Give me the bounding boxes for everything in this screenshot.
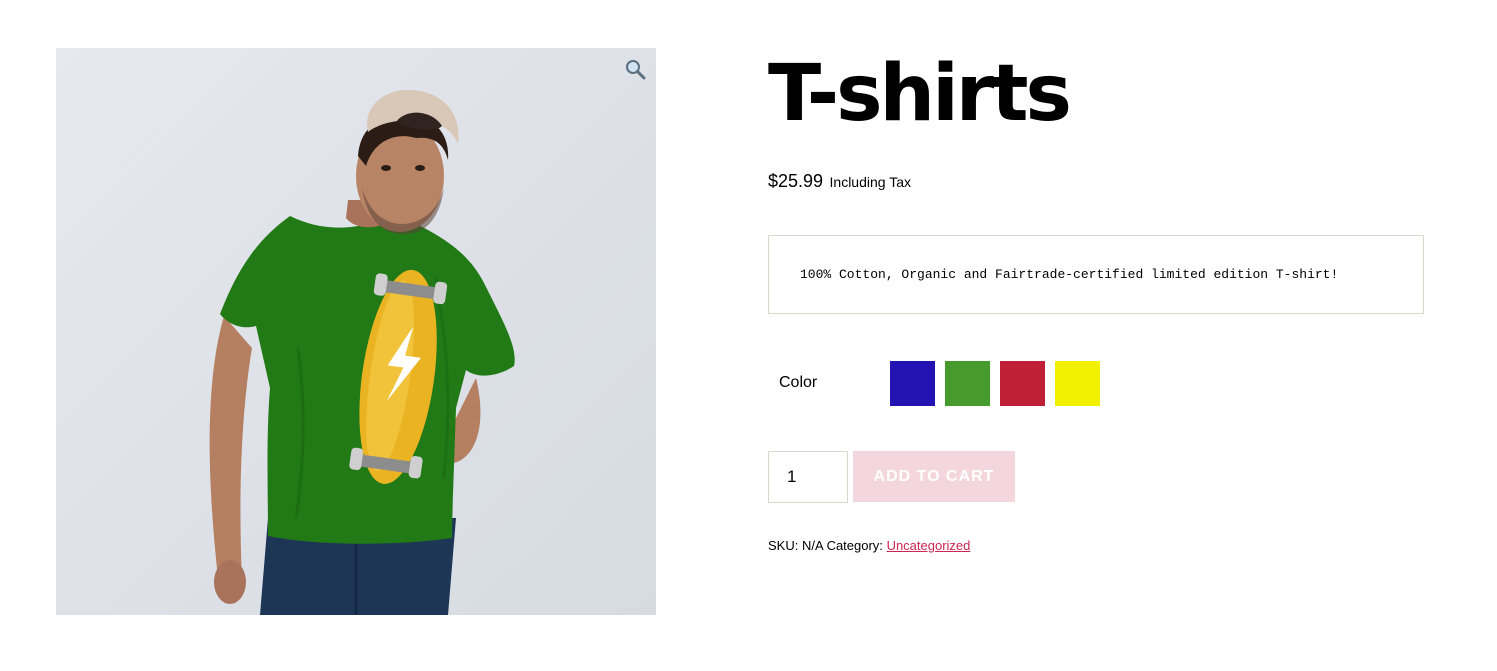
- swatch-green[interactable]: [945, 361, 990, 406]
- price-suffix: Including Tax: [829, 174, 911, 190]
- sku-label: SKU:: [768, 538, 799, 553]
- swatch-blue[interactable]: [890, 361, 935, 406]
- product-title: T-shirts: [768, 49, 1072, 139]
- price-amount: $25.99: [768, 171, 824, 191]
- product-price: $25.99 Including Tax: [768, 171, 911, 192]
- swatch-red[interactable]: [1000, 361, 1045, 406]
- add-to-cart-button[interactable]: ADD TO CART: [853, 451, 1015, 502]
- product-image: [209, 89, 515, 615]
- color-label: Color: [779, 374, 818, 391]
- product-description: 100% Cotton, Organic and Fairtrade-certi…: [768, 235, 1424, 314]
- color-swatches: [890, 361, 1100, 406]
- swatch-yellow[interactable]: [1055, 361, 1100, 406]
- category-link[interactable]: Uncategorized: [887, 538, 971, 553]
- magnifier-icon[interactable]: [624, 58, 646, 80]
- quantity-input[interactable]: [768, 451, 848, 503]
- product-gallery: [56, 48, 656, 615]
- sku-value: N/A: [801, 538, 823, 553]
- category-label: Category:: [826, 538, 883, 553]
- product-meta: SKU: N/A Category: Uncategorized: [768, 538, 970, 553]
